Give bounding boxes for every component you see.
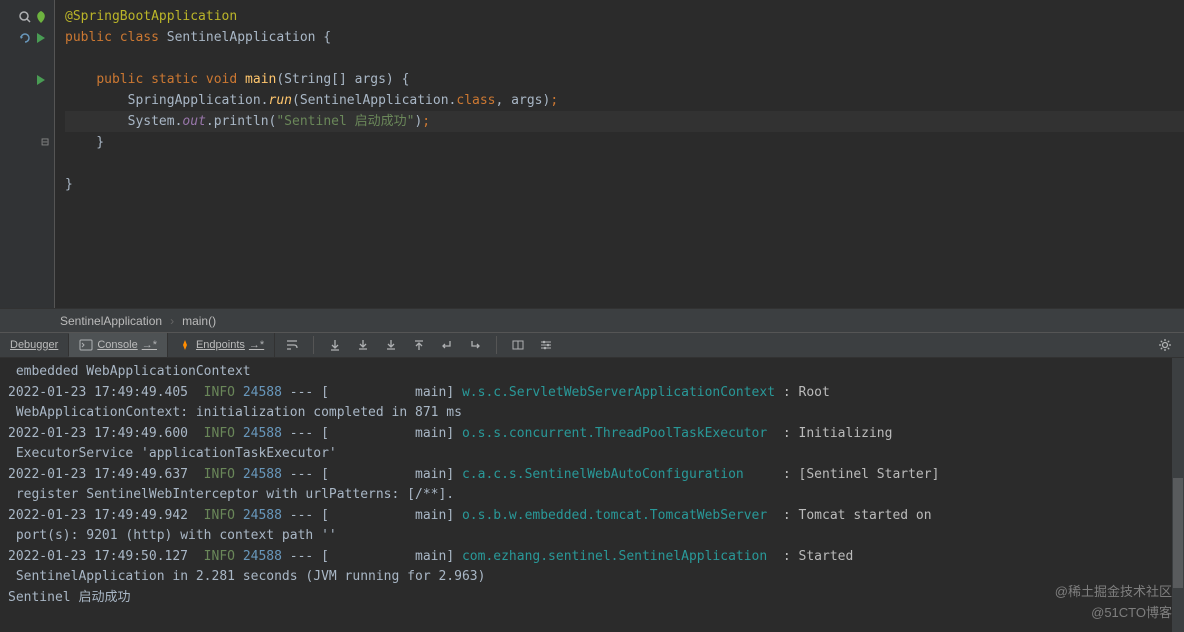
breadcrumb: SentinelApplication › main() xyxy=(0,308,1184,332)
recursive-icon[interactable] xyxy=(18,31,32,45)
scrollbar-thumb[interactable] xyxy=(1173,478,1183,588)
endpoints-icon xyxy=(178,338,192,352)
pin-icon: →* xyxy=(142,339,157,351)
run-gutter-icon[interactable] xyxy=(34,73,48,87)
tab-debugger[interactable]: Debugger xyxy=(0,334,69,356)
breadcrumb-separator: › xyxy=(170,314,174,328)
download2-icon[interactable] xyxy=(380,334,402,356)
console-output[interactable]: embedded WebApplicationContext 2022-01-2… xyxy=(0,358,1184,632)
run-gutter-icon[interactable] xyxy=(34,31,48,45)
download-icon[interactable] xyxy=(352,334,374,356)
return-icon[interactable] xyxy=(436,334,458,356)
upload-icon[interactable] xyxy=(408,334,430,356)
editor-gutter: ⊟ xyxy=(0,0,55,308)
inspect-icon[interactable] xyxy=(18,10,32,24)
console-icon xyxy=(79,338,93,352)
tab-console[interactable]: Console →* xyxy=(69,333,168,357)
console-scrollbar[interactable] xyxy=(1172,358,1184,632)
layout-icon[interactable] xyxy=(507,334,529,356)
editor-area: ⊟ @SpringBootApplication public class Se… xyxy=(0,0,1184,308)
scroll-end-icon[interactable] xyxy=(324,334,346,356)
pin-icon: →* xyxy=(249,339,264,351)
watermark: @稀土掘金技术社区 @51CTO博客 xyxy=(1055,582,1172,624)
breadcrumb-item[interactable]: main() xyxy=(182,314,216,328)
annotation: @SpringBootApplication xyxy=(65,9,237,24)
gear-icon[interactable] xyxy=(1154,334,1176,356)
wrap-icon[interactable] xyxy=(281,334,303,356)
forward-icon[interactable] xyxy=(464,334,486,356)
breadcrumb-item[interactable]: SentinelApplication xyxy=(60,314,162,328)
fold-icon[interactable]: ⊟ xyxy=(38,136,52,150)
tab-endpoints[interactable]: Endpoints →* xyxy=(168,333,275,357)
settings-icon[interactable] xyxy=(535,334,557,356)
spring-leaf-icon[interactable] xyxy=(34,10,48,24)
tool-window-tabs: Debugger Console →* Endpoints →* xyxy=(0,332,1184,358)
code-editor[interactable]: @SpringBootApplication public class Sent… xyxy=(55,0,1184,308)
